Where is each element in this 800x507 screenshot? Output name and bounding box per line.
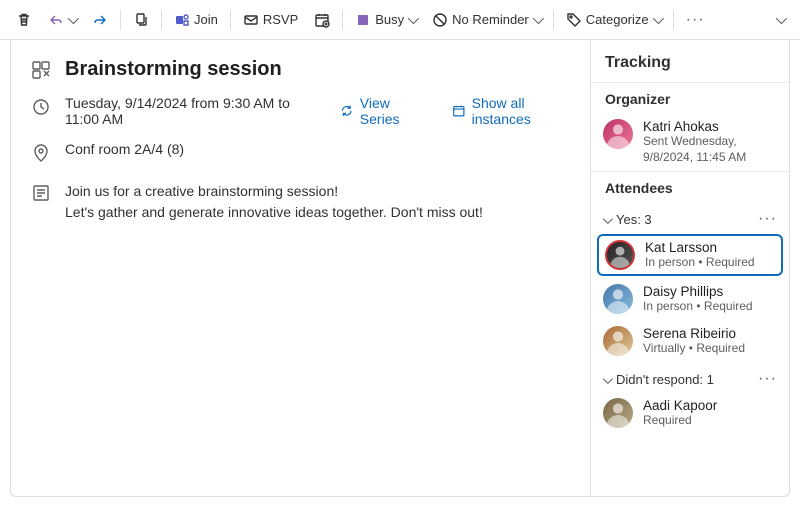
event-details-pane: Brainstorming session Tuesday, 9/14/2024… bbox=[10, 40, 590, 497]
avatar bbox=[603, 119, 633, 149]
attendee-meta: Virtually • Required bbox=[643, 341, 745, 355]
chevron-down-icon bbox=[776, 12, 787, 23]
categorize-label: Categorize bbox=[586, 12, 649, 27]
organizer-name: Katri Ahokas bbox=[643, 119, 777, 134]
forward-button[interactable] bbox=[86, 8, 114, 32]
avatar bbox=[603, 284, 633, 314]
chevron-down-icon bbox=[408, 12, 419, 23]
group-more-button[interactable]: ··· bbox=[758, 370, 777, 388]
calendar-add-button[interactable] bbox=[308, 8, 336, 32]
group-label: Didn't respond: 1 bbox=[616, 372, 714, 387]
event-body: Join us for a creative brainstorming ses… bbox=[65, 181, 483, 223]
attendee-meta: In person • Required bbox=[643, 299, 753, 313]
location-icon bbox=[31, 143, 51, 163]
event-datetime: Tuesday, 9/14/2024 from 9:30 AM to 11:00… bbox=[65, 95, 310, 127]
reply-icon bbox=[48, 12, 64, 28]
toolbar-divider bbox=[120, 10, 121, 30]
chevron-down-icon bbox=[68, 12, 79, 23]
attendee-entry[interactable]: Daisy Phillips In person • Required bbox=[591, 278, 789, 320]
calendar-icon bbox=[452, 103, 466, 119]
tag-icon bbox=[566, 12, 582, 28]
show-all-label: Show all instances bbox=[472, 95, 570, 127]
toolbar-divider bbox=[342, 10, 343, 30]
event-body-line: Join us for a creative brainstorming ses… bbox=[65, 181, 483, 202]
organizer-entry[interactable]: Katri Ahokas Sent Wednesday, 9/8/2024, 1… bbox=[591, 113, 789, 171]
rsvp-button[interactable]: RSVP bbox=[237, 8, 304, 32]
busy-label: Busy bbox=[375, 12, 404, 27]
view-series-link[interactable]: View Series bbox=[340, 95, 422, 127]
busy-icon bbox=[355, 12, 371, 28]
attendee-name: Aadi Kapoor bbox=[643, 398, 717, 413]
attendee-entry[interactable]: Aadi Kapoor Required bbox=[591, 392, 789, 434]
event-body-line: Let's gather and generate innovative ide… bbox=[65, 202, 483, 223]
more-button[interactable]: ··· bbox=[680, 7, 711, 33]
chevron-down-icon bbox=[533, 12, 544, 23]
more-icon: ··· bbox=[686, 11, 705, 29]
join-label: Join bbox=[194, 12, 218, 27]
group-more-button[interactable]: ··· bbox=[758, 210, 777, 228]
event-title: Brainstorming session bbox=[65, 58, 282, 81]
show-all-instances-link[interactable]: Show all instances bbox=[452, 95, 570, 127]
avatar bbox=[603, 398, 633, 428]
organizer-sent: Sent Wednesday, 9/8/2024, 11:45 AM bbox=[643, 134, 777, 165]
toolbar-divider bbox=[230, 10, 231, 30]
attendee-name: Serena Ribeirio bbox=[643, 326, 745, 341]
copy-button[interactable] bbox=[127, 8, 155, 32]
attendee-name: Daisy Phillips bbox=[643, 284, 753, 299]
collapse-ribbon-button[interactable] bbox=[770, 12, 790, 28]
attendee-group-noresponse[interactable]: Didn't respond: 1 ··· bbox=[591, 362, 789, 392]
chevron-down-icon bbox=[652, 12, 663, 23]
reminder-dropdown[interactable]: No Reminder bbox=[426, 8, 547, 32]
attendee-name: Kat Larsson bbox=[645, 240, 755, 255]
copy-icon bbox=[133, 12, 149, 28]
reminder-label: No Reminder bbox=[452, 12, 529, 27]
recurrence-icon bbox=[340, 103, 354, 119]
chevron-down-icon bbox=[603, 214, 613, 224]
delete-button[interactable] bbox=[10, 8, 38, 32]
attendee-entry[interactable]: Serena Ribeirio Virtually • Required bbox=[591, 320, 789, 362]
forward-icon bbox=[92, 12, 108, 28]
notes-icon bbox=[31, 183, 51, 203]
reply-button[interactable] bbox=[42, 8, 82, 32]
attendee-meta: In person • Required bbox=[645, 255, 755, 269]
attendees-section-label: Attendees bbox=[591, 171, 789, 202]
attendee-entry[interactable]: Kat Larsson In person • Required bbox=[597, 234, 783, 276]
event-location: Conf room 2A/4 (8) bbox=[65, 141, 184, 157]
tracking-pane: Tracking Organizer Katri Ahokas Sent Wed… bbox=[590, 40, 790, 497]
no-reminder-icon bbox=[432, 12, 448, 28]
avatar bbox=[603, 326, 633, 356]
rsvp-label: RSVP bbox=[263, 12, 298, 27]
trash-icon bbox=[16, 12, 32, 28]
chevron-down-icon bbox=[603, 374, 613, 384]
avatar bbox=[605, 240, 635, 270]
group-label: Yes: 3 bbox=[616, 212, 652, 227]
toolbar-divider bbox=[553, 10, 554, 30]
categorize-dropdown[interactable]: Categorize bbox=[560, 8, 667, 32]
view-series-label: View Series bbox=[360, 95, 422, 127]
clock-icon bbox=[31, 97, 51, 117]
toolbar: Join RSVP Busy No Reminder bbox=[0, 0, 800, 40]
teams-icon bbox=[174, 12, 190, 28]
organizer-section-label: Organizer bbox=[591, 82, 789, 113]
attendee-meta: Required bbox=[643, 413, 717, 427]
attendee-group-yes[interactable]: Yes: 3 ··· bbox=[591, 202, 789, 232]
busy-dropdown[interactable]: Busy bbox=[349, 8, 422, 32]
envelope-icon bbox=[243, 12, 259, 28]
calendar-add-icon bbox=[314, 12, 330, 28]
join-button[interactable]: Join bbox=[168, 8, 224, 32]
meeting-type-icon bbox=[31, 60, 51, 80]
tracking-heading: Tracking bbox=[591, 40, 789, 82]
toolbar-divider bbox=[161, 10, 162, 30]
toolbar-divider bbox=[673, 10, 674, 30]
